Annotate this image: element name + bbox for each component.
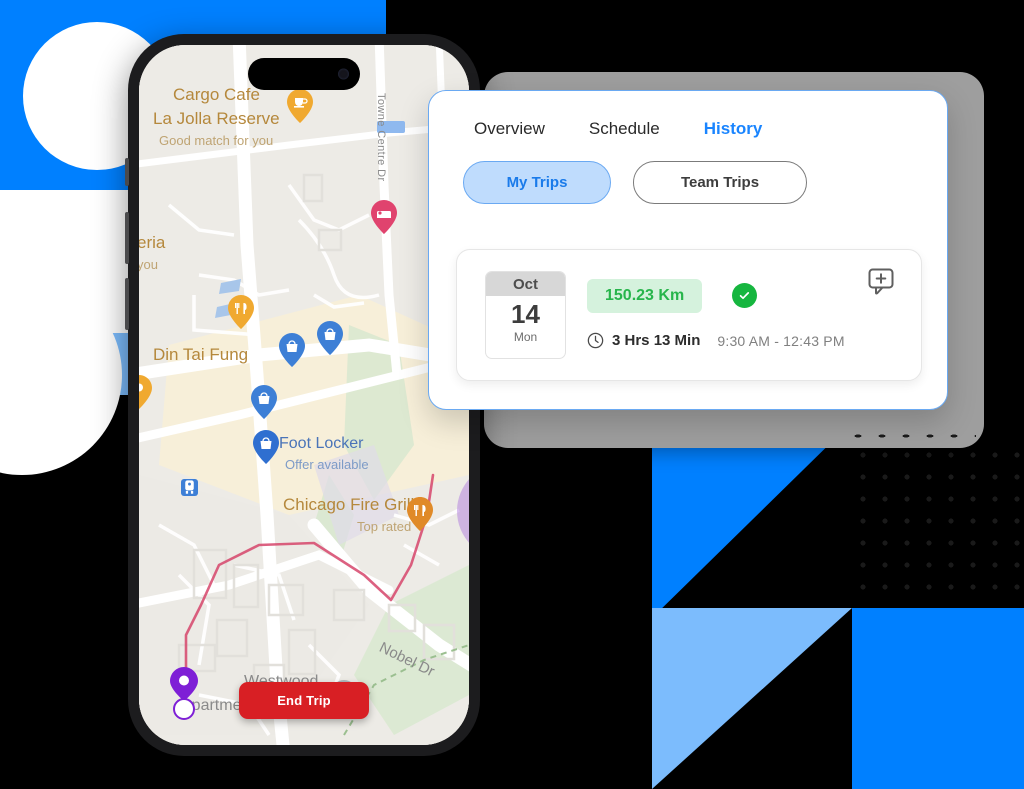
poi-pin-partial[interactable] — [139, 375, 152, 409]
shop-pin-2[interactable] — [317, 321, 343, 355]
background-triangle-lightblue — [652, 608, 852, 789]
phone-volume-up-button — [125, 212, 129, 264]
trip-status-badge — [732, 283, 757, 308]
trip-date-day: 14 — [511, 299, 540, 329]
transit-marker[interactable] — [181, 479, 198, 496]
cafe-pin[interactable] — [287, 89, 313, 123]
phone-screen: Cargo Cafe La Jolla Reserve Good match f… — [139, 45, 469, 745]
restaurant-pin[interactable] — [228, 295, 254, 329]
dynamic-island — [248, 58, 360, 90]
trip-date-weekday: Mon — [513, 330, 538, 344]
trip-duration-row: 3 Hrs 13 Min 9:30 AM - 12:43 PM — [587, 332, 845, 349]
background-dot-grid — [848, 440, 1024, 592]
trip-duration-text: 3 Hrs 13 Min — [612, 332, 701, 349]
tab-schedule[interactable]: Schedule — [589, 119, 660, 139]
trip-date-month: Oct — [486, 272, 565, 296]
tab-overview[interactable]: Overview — [474, 119, 545, 139]
front-camera-icon — [338, 68, 349, 80]
background-triangle-blue — [652, 422, 852, 618]
map-canvas[interactable]: Cargo Cafe La Jolla Reserve Good match f… — [139, 45, 469, 745]
panel-tabs: Overview Schedule History — [429, 91, 947, 139]
phone-volume-down-button — [125, 278, 129, 330]
segment-my-trips[interactable]: My Trips — [463, 161, 611, 204]
trip-distance-badge: 150.23 Km — [587, 279, 703, 313]
end-trip-button[interactable]: End Trip — [239, 682, 369, 719]
segment-team-trips[interactable]: Team Trips — [633, 161, 807, 204]
phone-silent-switch — [125, 158, 129, 186]
map-vector — [139, 45, 469, 745]
tab-history[interactable]: History — [704, 119, 763, 139]
destination-pin[interactable] — [170, 667, 198, 701]
check-icon — [739, 292, 750, 300]
gray-card-dot-row — [846, 431, 976, 441]
history-panel: Overview Schedule History My Trips Team … — [428, 90, 948, 410]
add-comment-icon[interactable] — [867, 267, 899, 299]
grill-pin[interactable] — [407, 497, 433, 531]
hotel-pin[interactable] — [371, 200, 397, 234]
trip-row[interactable]: Oct 14 Mon 150.23 Km 3 Hrs 13 Min 9:30 A… — [456, 249, 922, 381]
footlocker-pin[interactable] — [253, 430, 279, 464]
trip-date-badge: Oct 14 Mon — [485, 271, 566, 359]
trip-time-range: 9:30 AM - 12:43 PM — [717, 332, 845, 349]
shop-pin-1[interactable] — [279, 333, 305, 367]
destination-ring — [173, 698, 195, 720]
clock-icon — [587, 332, 604, 349]
background-square-blue — [852, 608, 1024, 789]
trip-scope-segmented-control: My Trips Team Trips — [429, 139, 947, 204]
shop-pin-3[interactable] — [251, 385, 277, 419]
screenshot-stage: Cargo Cafe La Jolla Reserve Good match f… — [0, 0, 1024, 789]
